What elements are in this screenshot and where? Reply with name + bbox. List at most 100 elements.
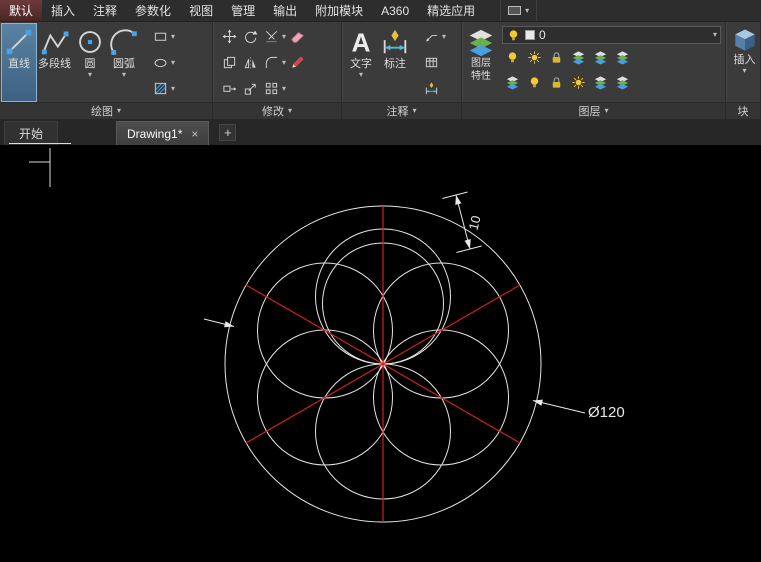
layer-properties-button[interactable]: 图层 特性 (464, 24, 498, 101)
mirror-tool-button[interactable] (240, 52, 260, 73)
pencil-icon (290, 55, 305, 70)
ribbon-tab-a360[interactable]: A360 (372, 0, 418, 21)
chevron-down-icon: ▾ (713, 31, 717, 39)
dimension-tool-button[interactable]: 标注 (378, 24, 412, 101)
dimension-tool-label: 标注 (384, 58, 406, 70)
chevron-down-icon: ▾ (122, 71, 126, 79)
layer-tool-rows (502, 47, 721, 93)
block-panel-label[interactable]: 块 (726, 102, 760, 119)
layer-off-button[interactable] (502, 47, 522, 68)
copy-icon (222, 55, 237, 70)
ellipse-tool-button[interactable] (150, 52, 170, 73)
ribbon-tab-featured-apps[interactable]: 精选应用 (418, 0, 484, 21)
sun-icon (527, 50, 542, 65)
leader-tool-button[interactable] (421, 26, 441, 47)
rectangle-tool-button[interactable] (150, 26, 170, 47)
erase-icon (290, 29, 305, 44)
ribbon-tab-view[interactable]: 视图 (180, 0, 222, 21)
annotate-panel: 文字 ▾ 标注 ▾ (342, 22, 462, 119)
arc-icon (109, 27, 139, 57)
draw-panel-label[interactable]: 绘图 ▾ (0, 102, 212, 119)
bulb-icon (505, 50, 520, 65)
polyline-tool-button[interactable]: 多段线 (36, 24, 73, 101)
arc-tool-button[interactable]: 圆弧 ▾ (107, 24, 141, 101)
sun-icon (571, 75, 586, 90)
workspace-dropdown[interactable]: ▾ (500, 0, 537, 21)
table-icon (424, 55, 439, 70)
layer-state-button[interactable] (568, 47, 588, 68)
stretch-tool-button[interactable] (219, 78, 239, 99)
layer-color-swatch (525, 30, 535, 40)
chevron-down-icon: ▾ (604, 107, 608, 115)
layers-panel-label-text: 图层 (578, 103, 600, 119)
chevron-down-icon: ▾ (282, 33, 286, 41)
layer-lock-button[interactable] (546, 47, 566, 68)
center-lines (246, 206, 520, 522)
layer-thaw-button[interactable] (524, 47, 544, 68)
ribbon-tab-annotate[interactable]: 注释 (84, 0, 126, 21)
insert-block-button[interactable]: 插入 ▾ (728, 24, 761, 101)
drawing-canvas[interactable]: 10 Ø120 (0, 145, 761, 562)
layer-delete-button[interactable] (612, 72, 632, 93)
ribbon-tab-manage[interactable]: 管理 (222, 0, 264, 21)
text-tool-button[interactable]: 文字 ▾ (344, 24, 378, 101)
fillet-tool-button[interactable] (261, 52, 281, 73)
layers-icon (466, 27, 496, 57)
circle-icon (75, 27, 105, 57)
start-tab-underline (9, 143, 71, 144)
hatch-icon (153, 81, 168, 96)
layers-panel-label[interactable]: 图层 ▾ (462, 102, 725, 119)
annotate-panel-label[interactable]: 注释 ▾ (342, 102, 461, 119)
layers-icon (593, 50, 608, 65)
file-tab-start[interactable]: 开始 (4, 121, 58, 145)
modify-panel-label[interactable]: 修改 ▾ (213, 102, 341, 119)
layer-on-button[interactable] (524, 72, 544, 93)
mirror-icon (243, 55, 258, 70)
rotate-tool-button[interactable] (240, 26, 260, 47)
circle-tool-button[interactable]: 圆 ▾ (73, 24, 107, 101)
modify-panel: ▾ ▾ ▾ 修改 ▾ (213, 22, 342, 119)
bulb-icon (506, 28, 521, 43)
dimension-offset-10: 10 (442, 192, 483, 253)
draw-panel: 直线 多段线 圆 ▾ 圆弧 ▾ (0, 22, 213, 119)
ribbon-tab-insert[interactable]: 插入 (42, 0, 84, 21)
layer-walk-button[interactable] (568, 72, 588, 93)
layer-select[interactable]: 0 ▾ (502, 26, 721, 44)
text-icon (346, 27, 376, 57)
hatch-tool-button[interactable] (150, 78, 170, 99)
polyline-tool-label: 多段线 (38, 58, 71, 70)
layers-panel: 图层 特性 0 ▾ (462, 22, 726, 119)
layer-unlock-button[interactable] (546, 72, 566, 93)
freehand-tool-button[interactable] (287, 52, 307, 73)
layer-freeze-button[interactable] (502, 72, 522, 93)
scale-icon (243, 81, 258, 96)
rotate-icon (243, 29, 258, 44)
dimension-style-button[interactable] (421, 78, 441, 99)
table-tool-button[interactable] (421, 52, 441, 73)
file-tab-drawing1[interactable]: Drawing1* × (116, 121, 209, 145)
ribbon-tab-home[interactable]: 默认 (0, 0, 42, 21)
array-tool-button[interactable] (261, 78, 281, 99)
draw-panel-label-text: 绘图 (91, 103, 113, 119)
ribbon-tab-parametric[interactable]: 参数化 (126, 0, 180, 21)
ribbon-tab-output[interactable]: 输出 (264, 0, 306, 21)
scale-tool-button[interactable] (240, 78, 260, 99)
block-panel: 插入 ▾ 块 (726, 22, 761, 119)
layer-isolate-button[interactable] (590, 47, 610, 68)
trim-tool-button[interactable] (261, 26, 281, 47)
copy-tool-button[interactable] (219, 52, 239, 73)
layer-merge-button[interactable] (590, 72, 610, 93)
crosshair-artifact (29, 148, 50, 187)
line-tool-button[interactable]: 直线 (2, 24, 36, 101)
ribbon: 直线 多段线 圆 ▾ 圆弧 ▾ (0, 22, 761, 119)
drawing-area: 10 Ø120 (0, 145, 761, 562)
chevron-down-icon: ▾ (117, 107, 121, 115)
chevron-down-icon: ▾ (88, 71, 92, 79)
new-tab-button[interactable]: + (219, 124, 236, 141)
ribbon-tab-addins[interactable]: 附加模块 (306, 0, 372, 21)
move-tool-button[interactable] (219, 26, 239, 47)
start-tab-label: 开始 (19, 125, 43, 142)
erase-tool-button[interactable] (287, 26, 307, 47)
close-tab-icon[interactable]: × (191, 128, 198, 140)
layer-match-button[interactable] (612, 47, 632, 68)
